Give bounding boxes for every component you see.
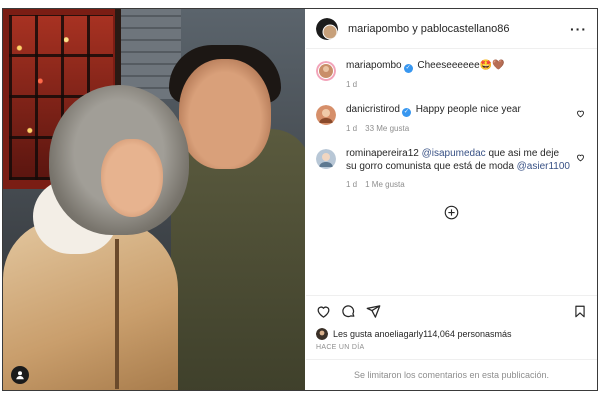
share-icon[interactable] (366, 304, 381, 319)
photo-woman-face (101, 139, 163, 217)
header-author-link[interactable]: mariapombo (348, 23, 409, 35)
caption-username[interactable]: mariapombo (346, 60, 402, 71)
post-photo[interactable] (3, 9, 305, 390)
caption-avatar[interactable] (316, 61, 336, 81)
comment-time[interactable]: 1 d (346, 180, 357, 189)
comment-text-line: rominapereira12 @isapumedac que asi me d… (346, 147, 571, 173)
caption-time[interactable]: 1 d (346, 80, 357, 89)
comment-username[interactable]: rominapereira12 (346, 148, 419, 159)
comment-likes-count[interactable]: 33 Me gusta (365, 124, 409, 133)
comment-text: Happy people nice year (415, 104, 521, 115)
post-date[interactable]: HACE UN DÍA (306, 341, 597, 359)
header-coauthor-link[interactable]: pablocastellano86 (421, 23, 510, 35)
comment-likes-count[interactable]: 1 Me gusta (365, 180, 405, 189)
comment-row: danicristirod ✓ Happy people nice year 1 … (316, 103, 587, 133)
caption-row: mariapombo ✓ Cheeseeeeee🤩🤎 1 d (316, 59, 587, 89)
heart-outline-icon[interactable] (576, 109, 585, 118)
comment-icon[interactable] (341, 304, 356, 319)
likes-summary: Les gusta a noeliagarl y 114,064 persona… (306, 327, 597, 341)
comment-username[interactable]: danicristirod (346, 104, 400, 115)
plus-circle-icon[interactable] (444, 205, 459, 220)
likes-count-link[interactable]: 114,064 personas (423, 329, 494, 339)
caption-body: mariapombo ✓ Cheeseeeeee🤩🤎 1 d (346, 59, 587, 89)
likes-user-link[interactable]: noeliagarl (380, 329, 419, 339)
bookmark-icon[interactable] (573, 304, 587, 319)
person-tag-icon[interactable] (11, 366, 29, 384)
comment-meta: 1 d 1 Me gusta (346, 180, 571, 189)
header-connector: y (409, 22, 421, 35)
comments-list: mariapombo ✓ Cheeseeeeee🤩🤎 1 d danicrist… (306, 49, 597, 295)
action-bar (306, 295, 597, 327)
photo-man-face (179, 59, 271, 169)
comment-time[interactable]: 1 d (346, 124, 357, 133)
comments-limited-notice: Se limitaron los comentarios en esta pub… (306, 359, 597, 389)
heart-icon[interactable] (316, 304, 331, 319)
caption-meta: 1 d (346, 80, 571, 89)
comment-body: rominapereira12 @isapumedac que asi me d… (346, 147, 587, 189)
header-authors: mariapombo y pablocastellano86 (348, 23, 570, 35)
post-dialog: mariapombo y pablocastellano86 ··· maria… (2, 8, 598, 391)
header-avatar[interactable] (316, 17, 338, 40)
comment-avatar[interactable] (316, 149, 336, 169)
caption-text: Cheeseeeeee🤩🤎 (417, 60, 505, 71)
heart-outline-icon[interactable] (576, 153, 585, 162)
verified-badge-icon: ✓ (401, 108, 411, 117)
post-side-panel: mariapombo y pablocastellano86 ··· maria… (306, 9, 597, 390)
comment-mention-link[interactable]: @asier1100 (517, 161, 570, 172)
post-header: mariapombo y pablocastellano86 ··· (306, 9, 597, 49)
comment-meta: 1 d 33 Me gusta (346, 124, 571, 133)
caption-text-line: mariapombo ✓ Cheeseeeeee🤩🤎 (346, 59, 571, 73)
comment-body: danicristirod ✓ Happy people nice year 1 … (346, 103, 587, 133)
load-more-comments (316, 205, 587, 220)
likes-suffix: más (494, 329, 512, 339)
verified-badge-icon: ✓ (403, 64, 413, 73)
liker-avatar[interactable] (316, 328, 328, 340)
comment-row: rominapereira12 @isapumedac que asi me d… (316, 147, 587, 189)
more-options-icon[interactable]: ··· (570, 21, 587, 37)
comment-text-line: danicristirod ✓ Happy people nice year (346, 103, 571, 117)
comment-mention-link[interactable]: @isapumedac (422, 148, 486, 159)
comment-avatar[interactable] (316, 105, 336, 125)
photo-coat-zip (115, 239, 119, 389)
likes-prefix: Les gusta a (333, 329, 380, 339)
